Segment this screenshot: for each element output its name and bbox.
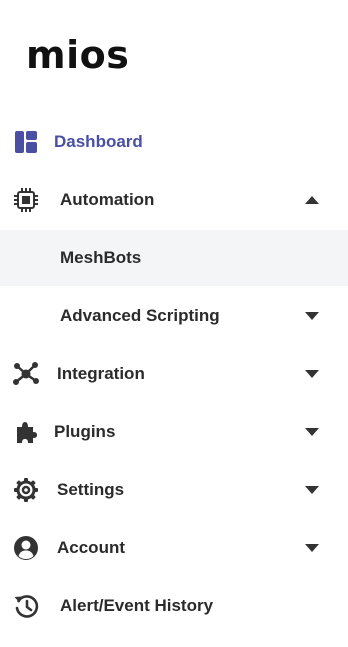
automation-chip-icon: [12, 186, 40, 214]
sidebar-subitem-advanced-scripting[interactable]: Advanced Scripting: [0, 288, 348, 344]
chevron-down-icon[interactable]: [304, 543, 320, 553]
chevron-up-icon[interactable]: [304, 195, 320, 205]
sidebar-item-label: Integration: [57, 364, 145, 383]
sidebar-item-settings[interactable]: Settings: [0, 462, 348, 518]
sidebar-item-plugins[interactable]: Plugins: [0, 404, 348, 460]
dashboard-icon: [12, 128, 40, 156]
user-circle-icon: [12, 534, 40, 562]
sidebar-item-label: Automation: [60, 190, 155, 209]
sidebar-item-integration[interactable]: Integration: [0, 346, 348, 402]
puzzle-piece-icon: [12, 418, 40, 446]
sidebar-item-label: MeshBots: [60, 248, 142, 267]
sidebar-item-dashboard[interactable]: Dashboard: [0, 114, 348, 170]
gear-icon: [12, 476, 40, 504]
chevron-down-icon[interactable]: [304, 311, 320, 321]
sidebar-item-label: Alert/Event History: [60, 596, 214, 615]
chevron-down-icon[interactable]: [304, 427, 320, 437]
sidebar-subitem-meshbots[interactable]: MeshBots: [0, 230, 348, 286]
sidebar-item-account[interactable]: Account: [0, 520, 348, 576]
mios-logo[interactable]: mios: [26, 36, 129, 74]
history-icon: [12, 592, 40, 620]
chevron-down-icon[interactable]: [304, 369, 320, 379]
sidebar-item-label: Settings: [57, 480, 125, 499]
sidebar-item-label: Advanced Scripting: [60, 306, 220, 325]
chevron-down-icon[interactable]: [304, 485, 320, 495]
sidebar-nav: mios Dashboard Automation MeshBots Advan…: [0, 0, 348, 647]
sidebar-item-alert-event-history[interactable]: Alert/Event History: [0, 578, 348, 634]
sidebar-item-label: Account: [57, 538, 125, 557]
sidebar-item-label: Dashboard: [54, 132, 143, 151]
sidebar-item-label: Plugins: [54, 422, 116, 441]
sidebar-item-automation[interactable]: Automation: [0, 172, 348, 228]
integration-hub-icon: [12, 360, 40, 388]
